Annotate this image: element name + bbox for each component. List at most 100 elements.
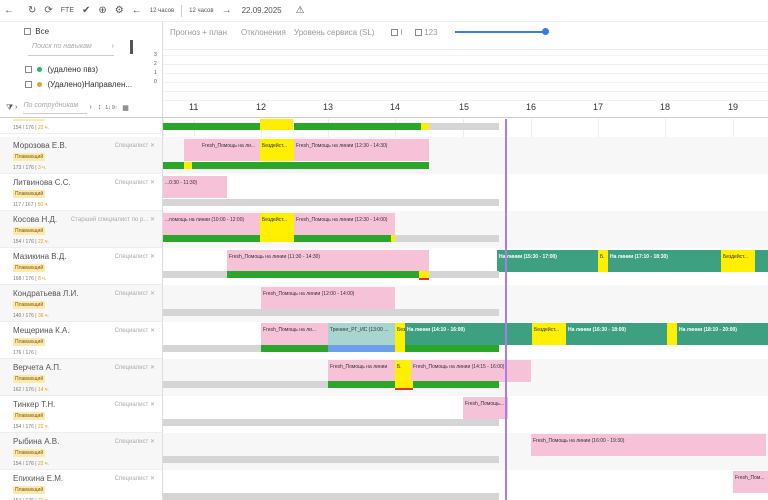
skill-checkbox[interactable]	[25, 81, 32, 89]
date-label[interactable]: 22.09.2025	[236, 6, 286, 15]
filter-icon[interactable]: ⧩	[0, 103, 13, 113]
back-button[interactable]: ←	[0, 0, 18, 22]
shift-bar[interactable]: Б.	[395, 360, 411, 382]
calendar-icon[interactable]: ▦	[117, 104, 129, 112]
next-interval-button[interactable]: →	[218, 0, 236, 22]
shift-bar[interactable]: Fresh_Помощь на линии (14:15 - 16:00)	[411, 360, 531, 382]
employee-row[interactable]: Верчета А.П. Специалист ✕ Плавающий 162 / 1…	[0, 359, 162, 396]
close-icon[interactable]: ✕	[150, 254, 155, 260]
shift-bar[interactable]: Fresh_Помощь на линии (12:30 - 14:30)	[294, 139, 429, 161]
shift-bar[interactable]: Fresh_Пом...	[733, 471, 768, 493]
shift-bar[interactable]: Fresh_Помощь...	[463, 397, 508, 419]
shift-track	[163, 381, 328, 388]
employee-row[interactable]: Тинкер Т.Н. Специалист ✕ Плавающий 154 / 17…	[0, 396, 162, 433]
close-icon[interactable]: ✕	[150, 143, 155, 149]
shift-bar[interactable]: На линии (15:30 - 17:00)	[497, 250, 598, 272]
check-circle-icon[interactable]: ✔	[78, 0, 94, 22]
shift-bar[interactable]: Бездейст...	[532, 323, 566, 345]
close-icon[interactable]: ✕	[150, 476, 155, 482]
shift-bar[interactable]: На линии (17:10 - 18:30)	[608, 250, 721, 272]
tab-forecast[interactable]: Прогноз + план	[170, 28, 227, 37]
shift-bar[interactable]	[667, 323, 677, 345]
skill-search-input[interactable]: Поиск по навыкам ›	[28, 43, 114, 56]
all-checkbox-row[interactable]: Все	[24, 27, 49, 36]
employee-search-input[interactable]: По сотрудникам	[23, 102, 88, 114]
all-checkbox[interactable]	[24, 28, 31, 36]
shift-bar[interactable]	[184, 139, 200, 161]
refresh-icon[interactable]: ↻	[24, 0, 40, 22]
skill-item[interactable]: (удалено пвз)	[25, 65, 98, 74]
c1-label: I	[400, 28, 403, 37]
employee-name: Морозова Е.В.	[13, 141, 67, 150]
employee-role: Специалист ✕	[114, 254, 155, 260]
shift-bar[interactable]: Fresh_Помощь на линии (11:30 - 14:30)	[227, 250, 429, 272]
chevron-right-icon[interactable]: ›	[112, 43, 114, 50]
employee-row[interactable]: Рыбина А.В. Специалист ✕ Плавающий 154 / 17…	[0, 433, 162, 470]
shift-bar[interactable]	[755, 250, 768, 272]
sort-icon[interactable]: ↕	[92, 104, 102, 111]
close-icon[interactable]: ✕	[150, 439, 155, 445]
shift-bar[interactable]: Fresh_Помощь на линии (12:30 - 14:00)	[294, 213, 395, 235]
employee-hours: 154 / 176 | 22 ч.	[13, 461, 49, 467]
shift-track	[395, 345, 405, 352]
shift-bar[interactable]: Тренинг_РГ_ИС (13:00 ...	[328, 323, 395, 345]
shift-bar[interactable]: На линии (18:10 - 20:00)	[677, 323, 768, 345]
employee-role: Специалист ✕	[114, 291, 155, 297]
warning-icon[interactable]: ⚠	[292, 0, 309, 22]
employee-name: Мещерина К.А.	[13, 326, 70, 335]
shift-bar[interactable]: Fresh_Помощь на ли...	[200, 139, 260, 161]
zoom-slider-handle[interactable]	[542, 28, 549, 35]
close-icon[interactable]: ✕	[150, 180, 155, 186]
add-circle-icon[interactable]: ⊕	[94, 0, 110, 22]
employee-row[interactable]: Епихина Е.М.Специалист ✕Плавающий154 / 1…	[0, 470, 162, 500]
prev-interval-button[interactable]: ←	[128, 0, 146, 22]
shift-track	[294, 123, 421, 130]
employee-row[interactable]: Мещерина К.А. Специалист ✕ Плавающий 176 / …	[0, 322, 162, 359]
tab-deviations[interactable]: Отклонения	[241, 28, 286, 37]
employee-row[interactable]: Косова Н.Д. Старший специалист по р... ✕ П…	[0, 211, 162, 248]
zoom-slider-track[interactable]	[455, 31, 545, 33]
chevron-right-icon[interactable]: ›	[13, 104, 17, 111]
sort-label[interactable]: 1↓ 9↑	[101, 105, 117, 111]
employee-row[interactable]: Морозова Е.В. Специалист ✕ Плавающий 173 / …	[0, 137, 162, 174]
hour-label: 15	[459, 102, 470, 112]
shift-bar[interactable]: ...0:30 - 11:30)	[163, 176, 227, 198]
fte-label[interactable]: FTE	[57, 7, 78, 14]
employee-row[interactable]: Кондратьева Л.И. Специалист ✕ Плавающий 140…	[0, 285, 162, 322]
employee-name: Мазикина В.Д.	[13, 252, 67, 261]
shift-bar[interactable]: ...помощь на линии (10:00 - 12:00)	[163, 213, 260, 235]
shift-bar[interactable]: Бездейст...	[260, 213, 294, 235]
close-icon[interactable]: ✕	[150, 402, 155, 408]
tab-service-level[interactable]: Уровень сервиса (SL)	[294, 28, 374, 37]
employee-row[interactable]: ✕Плавающий154 / 176 | 22 ч.	[0, 119, 162, 134]
y-tick: 0	[154, 79, 157, 85]
shift-bar[interactable]: Бездейст...	[395, 323, 405, 345]
shift-bar[interactable]: Fresh_Помощь на ли...	[261, 323, 328, 345]
c1-toggle[interactable]: I	[391, 28, 402, 37]
shift-bar[interactable]: Б.	[598, 250, 608, 272]
close-icon[interactable]: ✕	[150, 365, 155, 371]
settings-icon[interactable]: ⚙	[111, 0, 128, 22]
c123-checkbox[interactable]	[415, 29, 422, 37]
shift-bar[interactable]: Fresh_Помощь на линии (16:00 - 19:30)	[531, 434, 766, 456]
divider	[163, 49, 768, 50]
close-icon[interactable]: ✕	[150, 328, 155, 334]
employee-row[interactable]: Литвинова С.С. Специалист ✕ Плавающий 117 /…	[0, 174, 162, 211]
c123-toggle[interactable]: 123	[415, 28, 438, 37]
y-tick: 3	[154, 52, 157, 58]
close-icon[interactable]: ✕	[150, 217, 155, 223]
c1-checkbox[interactable]	[391, 29, 398, 37]
skill-checkbox[interactable]	[25, 66, 32, 74]
scrollbar-thumb[interactable]	[130, 40, 133, 54]
skill-item[interactable]: (Удалено)Направлен...	[25, 80, 132, 89]
close-icon[interactable]: ✕	[150, 291, 155, 297]
sync-icon[interactable]: ⟳	[40, 0, 56, 22]
shift-bar[interactable]: Fresh_Помощь на линии (12:00 - 14:00)	[261, 287, 395, 309]
shift-bar[interactable]: На линии (16:30 - 18:00)	[566, 323, 667, 345]
shift-bar[interactable]: Бездейст...	[721, 250, 755, 272]
employee-name: Тинкер Т.Н.	[13, 400, 56, 409]
shift-bar[interactable]: На линии (14:10 - 16:00)	[405, 323, 532, 345]
shift-bar[interactable]: Бездейст...	[260, 139, 294, 161]
employee-row[interactable]: Мазикина В.Д. Специалист ✕ Плавающий 168 / …	[0, 248, 162, 285]
shift-bar[interactable]: Fresh_Помощь на линии	[328, 360, 395, 382]
